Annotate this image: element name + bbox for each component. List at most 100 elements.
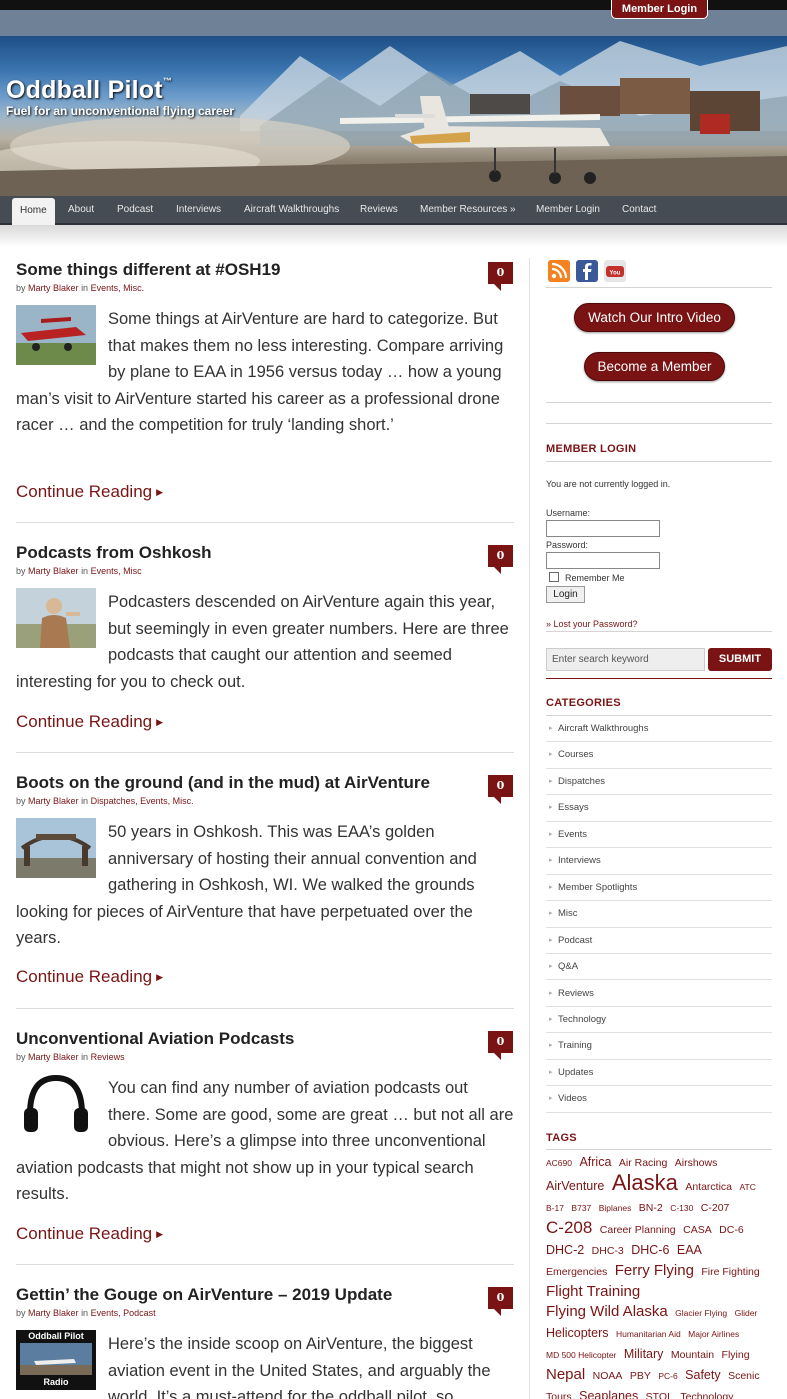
nav-item-interviews[interactable]: Interviews	[168, 196, 229, 225]
category-item[interactable]: ▸ Videos	[546, 1086, 772, 1113]
tag-link[interactable]: Flying	[722, 1349, 750, 1361]
nav-item-podcast[interactable]: Podcast	[109, 196, 161, 225]
search-submit-button[interactable]: SUBMIT	[708, 648, 772, 671]
category-item[interactable]: ▸ Aircraft Walkthroughs	[546, 716, 772, 743]
tag-link[interactable]: Glider	[735, 1308, 758, 1318]
category-item[interactable]: ▸ Technology	[546, 1007, 772, 1034]
author-link[interactable]: Marty Blaker	[28, 566, 79, 576]
tag-link[interactable]: Helicopters	[546, 1326, 609, 1340]
post-title[interactable]: Gettin’ the Gouge on AirVenture – 2019 U…	[16, 1285, 476, 1305]
tag-link[interactable]: DHC-2	[546, 1243, 584, 1257]
category-links[interactable]: Events, Podcast	[91, 1308, 156, 1318]
author-link[interactable]: Marty Blaker	[28, 283, 79, 293]
author-link[interactable]: Marty Blaker	[28, 1308, 79, 1318]
category-item[interactable]: ▸ Member Spotlights	[546, 875, 772, 902]
tag-link[interactable]: Glacier Flying	[675, 1308, 727, 1318]
comment-count-badge[interactable]: 0	[488, 262, 513, 291]
tag-link[interactable]: Airshows	[675, 1157, 718, 1169]
category-links[interactable]: Reviews	[91, 1052, 125, 1062]
tag-link[interactable]: PBY	[630, 1370, 651, 1382]
nav-item-contact[interactable]: Contact	[614, 196, 664, 225]
site-title[interactable]: Oddball Pilot™	[6, 76, 172, 105]
tag-link[interactable]: EAA	[677, 1243, 702, 1257]
tag-link[interactable]: Africa	[579, 1155, 611, 1169]
post-title[interactable]: Unconventional Aviation Podcasts	[16, 1029, 476, 1049]
category-item[interactable]: ▸ Interviews	[546, 848, 772, 875]
watch-intro-video-button[interactable]: Watch Our Intro Video	[574, 303, 735, 332]
tag-link[interactable]: STOL	[646, 1391, 673, 1399]
tag-link[interactable]: Flying Wild Alaska	[546, 1303, 668, 1320]
tag-link[interactable]: Technology	[680, 1391, 733, 1399]
tag-link[interactable]: AC690	[546, 1158, 572, 1168]
tag-link[interactable]: Ferry Flying	[615, 1262, 694, 1279]
tag-link[interactable]: Safety	[685, 1368, 720, 1382]
category-item[interactable]: ▸ Dispatches	[546, 769, 772, 796]
tag-link[interactable]: PC-6	[658, 1371, 677, 1381]
comment-count-badge[interactable]: 0	[488, 1287, 513, 1316]
tag-link[interactable]: MD 500 Helicopter	[546, 1350, 616, 1360]
tag-link[interactable]: DC-6	[719, 1224, 744, 1236]
continue-reading-link[interactable]: Continue Reading ▶	[16, 482, 163, 502]
category-links[interactable]: Dispatches, Events, Misc.	[91, 796, 194, 806]
tag-link[interactable]: Seaplanes	[579, 1389, 638, 1399]
tag-link[interactable]: CASA	[683, 1224, 712, 1236]
tag-link[interactable]: Air Racing	[619, 1157, 667, 1169]
facebook-icon[interactable]	[576, 260, 598, 282]
author-link[interactable]: Marty Blaker	[28, 796, 79, 806]
continue-reading-link[interactable]: Continue Reading ▶	[16, 967, 163, 987]
category-item[interactable]: ▸ Essays	[546, 795, 772, 822]
tag-link[interactable]: Flight Training	[546, 1283, 640, 1300]
tag-link[interactable]: ATC	[739, 1182, 755, 1192]
nav-item-home[interactable]: Home	[12, 198, 55, 225]
tag-link[interactable]: NOAA	[593, 1370, 623, 1382]
nav-item-member-login[interactable]: Member Login	[528, 196, 608, 225]
tag-link[interactable]: DHC-3	[592, 1245, 624, 1257]
rss-icon[interactable]	[548, 260, 570, 282]
nav-item-member-resources[interactable]: Member Resources »	[412, 196, 524, 225]
tag-link[interactable]: Career Planning	[600, 1224, 676, 1236]
tag-link[interactable]: C-207	[701, 1202, 730, 1214]
tag-link[interactable]: Nepal	[546, 1366, 585, 1383]
tag-link[interactable]: BN-2	[639, 1202, 663, 1214]
category-links[interactable]: Events, Misc.	[91, 283, 145, 293]
author-link[interactable]: Marty Blaker	[28, 1052, 79, 1062]
comment-count-badge[interactable]: 0	[488, 545, 513, 574]
category-item[interactable]: ▸ Q&A	[546, 954, 772, 981]
category-item[interactable]: ▸ Reviews	[546, 981, 772, 1007]
tag-link[interactable]: Major Airlines	[688, 1329, 739, 1339]
post-title[interactable]: Some things different at #OSH19	[16, 260, 476, 280]
tag-link[interactable]: C-208	[546, 1218, 592, 1237]
tag-link[interactable]: AirVenture	[546, 1179, 604, 1193]
category-item[interactable]: ▸ Training	[546, 1033, 772, 1060]
search-input[interactable]: Enter search keyword	[546, 648, 705, 671]
tag-link[interactable]: Biplanes	[599, 1203, 632, 1213]
continue-reading-link[interactable]: Continue Reading ▶	[16, 712, 163, 732]
post-title[interactable]: Podcasts from Oshkosh	[16, 543, 476, 563]
category-item[interactable]: ▸ Misc	[546, 901, 772, 928]
tag-link[interactable]: DHC-6	[631, 1243, 669, 1257]
tag-link[interactable]: Humanitarian Aid	[616, 1329, 681, 1339]
youtube-icon[interactable]: You	[604, 260, 626, 282]
password-field[interactable]	[546, 552, 660, 569]
category-links[interactable]: Events, Misc	[91, 566, 142, 576]
tag-link[interactable]: Alaska	[612, 1170, 678, 1195]
remember-me-checkbox[interactable]	[549, 572, 559, 582]
lost-password-link[interactable]: » Lost your Password?	[546, 619, 638, 629]
category-item[interactable]: ▸ Courses	[546, 742, 772, 769]
category-item[interactable]: ▸ Events	[546, 822, 772, 849]
tag-link[interactable]: Fire Fighting	[701, 1266, 759, 1278]
tag-link[interactable]: Emergencies	[546, 1266, 607, 1278]
category-item[interactable]: ▸ Podcast	[546, 928, 772, 954]
post-title[interactable]: Boots on the ground (and in the mud) at …	[16, 773, 476, 793]
tag-link[interactable]: C-130	[670, 1203, 693, 1213]
tag-link[interactable]: B737	[571, 1203, 591, 1213]
continue-reading-link[interactable]: Continue Reading ▶	[16, 1224, 163, 1244]
tag-link[interactable]: Military	[624, 1347, 664, 1361]
nav-item-reviews[interactable]: Reviews	[352, 196, 406, 225]
comment-count-badge[interactable]: 0	[488, 1031, 513, 1060]
nav-item-aircraft-walkthroughs[interactable]: Aircraft Walkthroughs	[236, 196, 347, 225]
member-login-tab[interactable]: Member Login	[611, 0, 708, 19]
tag-link[interactable]: Mountain	[671, 1349, 714, 1361]
tag-link[interactable]: B-17	[546, 1203, 564, 1213]
tag-link[interactable]: Scenic	[728, 1370, 760, 1382]
